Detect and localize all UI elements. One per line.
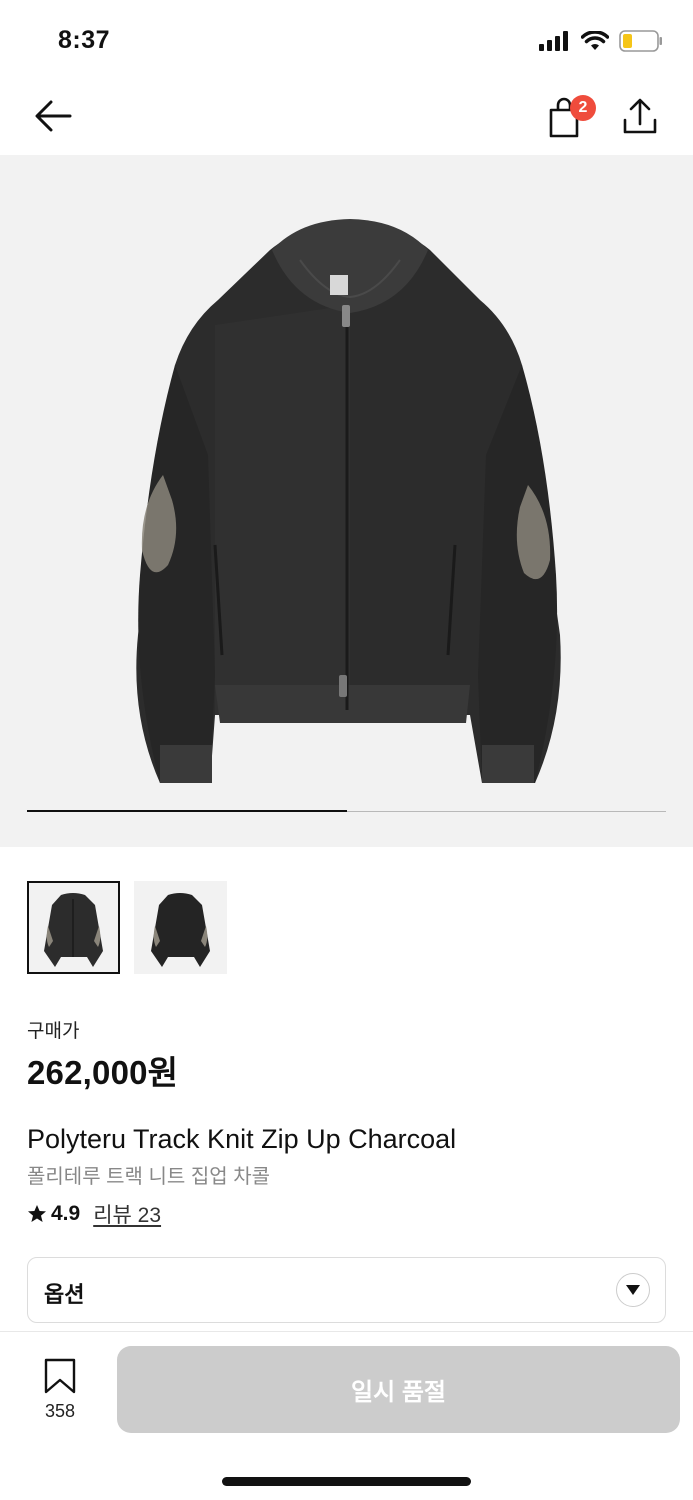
thumbnail-2[interactable] <box>134 881 227 974</box>
option-toggle[interactable] <box>616 1273 650 1307</box>
battery-icon <box>619 30 662 52</box>
bookmark-count: 358 <box>44 1401 76 1421</box>
rating-row: 4.9 리뷰 23 <box>27 1199 161 1229</box>
rating-value: 4.9 <box>51 1202 81 1225</box>
star-icon <box>28 1205 46 1222</box>
thumbnail-strip <box>27 881 227 974</box>
thumbnail-image <box>151 893 210 967</box>
top-nav: 2 <box>0 80 693 154</box>
thumbnail-image <box>44 893 103 967</box>
back-arrow-icon <box>35 100 72 132</box>
wifi-icon <box>581 31 609 50</box>
gallery-progress-fill <box>27 810 347 812</box>
status-time: 8:37 <box>58 26 111 54</box>
bottom-divider <box>0 1331 693 1332</box>
product-image <box>136 219 561 783</box>
share-icon <box>623 98 657 134</box>
review-link[interactable]: 리뷰 23 <box>93 1199 161 1229</box>
bookmark-button[interactable]: 358 <box>27 1358 93 1422</box>
home-indicator <box>222 1477 471 1486</box>
product-image-gallery[interactable] <box>0 155 693 847</box>
product-name-korean: 폴리테루 트랙 니트 집업 차콜 <box>27 1166 271 1188</box>
product-name-english: Polyteru Track Knit Zip Up Charcoal <box>27 1124 457 1154</box>
status-icons <box>539 30 663 52</box>
cart-count-badge: 2 <box>570 95 596 121</box>
signal-icon <box>539 31 568 51</box>
bookmark-icon <box>44 1358 76 1394</box>
chevron-down-icon <box>626 1285 640 1295</box>
sold-out-button[interactable]: 일시 품절 <box>117 1346 680 1433</box>
share-button[interactable] <box>618 94 662 140</box>
thumbnail-1[interactable] <box>27 881 120 974</box>
back-button[interactable] <box>30 94 78 138</box>
price-label: 구매가 <box>27 1021 80 1042</box>
status-bar: 8:37 <box>0 0 693 80</box>
option-select[interactable]: 옵션 <box>27 1257 666 1323</box>
gallery-progress-track <box>27 810 666 812</box>
option-label: 옵션 <box>44 1282 85 1307</box>
price: 262,000원 <box>27 1054 179 1091</box>
